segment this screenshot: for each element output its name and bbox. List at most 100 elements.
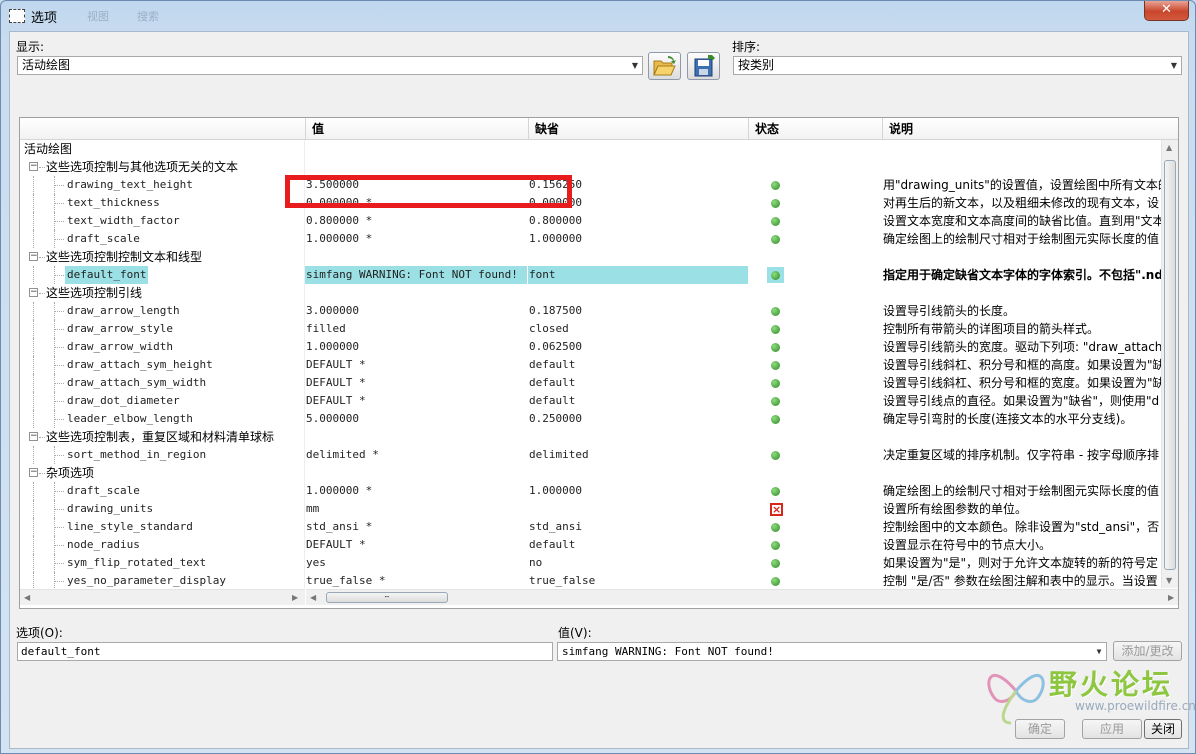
status-cell <box>748 536 878 554</box>
tree-connector <box>33 518 34 536</box>
option-row[interactable]: default_font simfang WARNING: Font NOT fo… <box>20 266 1162 284</box>
status-ok-icon <box>771 307 780 316</box>
collapse-icon[interactable]: − <box>29 468 38 477</box>
option-row[interactable]: text_thickness 0.000000 * 0.000000 对再生后的新文本… <box>20 194 1162 212</box>
sort-label: 排序: <box>732 40 761 54</box>
value-cell: DEFAULT * <box>306 538 366 551</box>
option-row[interactable]: drawing_units mm × 设置所有绘图参数的单位。 <box>20 500 1162 518</box>
group-row[interactable]: − 杂项选项 <box>20 464 1162 482</box>
header-value[interactable]: 值 <box>305 118 528 140</box>
option-input[interactable]: default_font <box>17 642 553 661</box>
tree-connector <box>55 347 64 348</box>
menu-search[interactable]: 搜索 <box>137 8 159 24</box>
status-cell <box>748 392 878 410</box>
horizontal-scroll-thumb[interactable]: ┅ <box>326 592 448 603</box>
scroll-left-icon[interactable]: ◀ <box>24 593 30 602</box>
header-name[interactable] <box>20 118 305 140</box>
group-label: 这些选项控制表，重复区域和材料清单球标 <box>46 430 275 444</box>
tree-connector <box>33 446 34 464</box>
option-row[interactable]: draw_attach_sym_height DEFAULT * default 设置… <box>20 356 1162 374</box>
collapse-icon[interactable]: − <box>29 162 38 171</box>
option-name: line_style_standard <box>67 520 193 533</box>
save-config-button[interactable] <box>687 52 720 80</box>
option-row[interactable]: drawing_text_height 3.500000 0.156250 用"dra… <box>20 176 1162 194</box>
collapse-icon[interactable]: − <box>29 288 38 297</box>
option-row[interactable]: sort_method_in_region delimited * delimite… <box>20 446 1162 464</box>
collapse-icon[interactable]: − <box>29 252 38 261</box>
header-description[interactable]: 说明 <box>882 118 1178 140</box>
option-name: leader_elbow_length <box>67 412 193 425</box>
status-ok-icon <box>771 343 780 352</box>
option-name: draw_attach_sym_width <box>67 376 207 389</box>
sort-dropdown[interactable]: 按类别 ▼ <box>733 56 1182 75</box>
group-row[interactable]: − 这些选项控制控制文本和线型 <box>20 248 1162 266</box>
group-row[interactable]: − 这些选项控制表，重复区域和材料清单球标 <box>20 428 1162 446</box>
chevron-down-icon: ▼ <box>631 61 639 70</box>
vertical-scrollbar[interactable]: ▲ ▼ <box>1161 140 1178 588</box>
scroll-right-icon[interactable]: ▶ <box>1168 593 1174 602</box>
display-dropdown[interactable]: 活动绘图 ▼ <box>17 56 643 75</box>
option-row[interactable]: draw_arrow_width 1.000000 0.062500 设置导引线箭头的… <box>20 338 1162 356</box>
option-row[interactable]: text_width_factor 0.800000 * 0.800000 设置文本宽… <box>20 212 1162 230</box>
description-cell: 设置显示在符号中的节点大小。 <box>883 538 1052 552</box>
status-ok-icon <box>771 523 780 532</box>
option-name: sort_method_in_region <box>67 448 207 461</box>
option-row[interactable]: draft_scale 1.000000 * 1.000000 确定绘图上的绘制尺寸相… <box>20 482 1162 500</box>
close-window-button[interactable]: ✕ <box>1144 1 1189 21</box>
name-column-hscrollbar[interactable]: ◀ ▶ <box>20 589 305 605</box>
value-cell: filled <box>306 322 346 335</box>
description-cell: 设置导引线斜杠、积分号和框的宽度。如果设置为"缺 <box>883 376 1162 390</box>
header-status[interactable]: 状态 <box>748 118 882 140</box>
folder-open-icon <box>653 56 676 76</box>
tree-connector <box>33 338 34 356</box>
group-row[interactable]: − 这些选项控制与其他选项无关的文本 <box>20 158 1162 176</box>
value-cell: true_false * <box>306 574 386 587</box>
option-row[interactable]: draw_arrow_length 3.000000 0.187500 设置导引线箭头… <box>20 302 1162 320</box>
option-row[interactable]: draw_attach_sym_width DEFAULT * default 设置导… <box>20 374 1162 392</box>
option-row[interactable]: leader_elbow_length 5.000000 0.250000 确定导引弯… <box>20 410 1162 428</box>
tree-connector <box>55 203 64 204</box>
scroll-right-icon[interactable]: ▶ <box>292 593 298 602</box>
default-cell: closed <box>529 322 569 335</box>
value-input[interactable]: simfang WARNING: Font NOT found! <box>562 645 774 658</box>
values-hscrollbar[interactable]: ◀ ┅ ▶ <box>306 589 1178 605</box>
menu-view[interactable]: 视图 <box>87 8 109 24</box>
group-row[interactable]: − 这些选项控制引线 <box>20 284 1162 302</box>
collapse-icon[interactable]: − <box>29 432 38 441</box>
root-row[interactable]: 活动绘图 <box>20 140 1162 158</box>
watermark-logo: 野火论坛 www.proewildfire.cn <box>981 651 1196 731</box>
open-config-button[interactable] <box>648 52 681 80</box>
option-row[interactable]: node_radius DEFAULT * default 设置显示在符号中的节点大小… <box>20 536 1162 554</box>
status-ok-icon <box>771 217 780 226</box>
status-cell <box>748 266 878 284</box>
option-row[interactable]: draft_scale 1.000000 * 1.000000 确定绘图上的绘制尺寸相… <box>20 230 1162 248</box>
tree-connector <box>39 257 45 258</box>
status-ok-icon <box>771 199 780 208</box>
option-name: text_thickness <box>67 196 160 209</box>
option-name: default_font <box>65 266 149 284</box>
option-row[interactable]: sym_flip_rotated_text yes no 如果设置为"是"，则对于允许… <box>20 554 1162 572</box>
status-ok-icon <box>771 487 780 496</box>
value-cell: 0.800000 * <box>306 214 373 227</box>
vertical-scroll-thumb[interactable] <box>1164 160 1176 570</box>
value-cell: DEFAULT * <box>306 394 366 407</box>
scroll-down-icon[interactable]: ▼ <box>1166 576 1172 585</box>
description-cell: 确定导引弯肘的长度(连接文本的水平分支线)。 <box>883 412 1133 426</box>
description-cell: 设置导引线斜杠、积分号和框的高度。如果设置为"缺 <box>883 358 1162 372</box>
tree-connector <box>55 221 64 222</box>
option-row[interactable]: yes_no_parameter_display true_false * true… <box>20 572 1162 590</box>
header-default[interactable]: 缺省 <box>528 118 748 140</box>
option-row[interactable]: draw_dot_diameter DEFAULT * default 设置导引线点的… <box>20 392 1162 410</box>
default-cell: default <box>529 394 576 407</box>
option-row[interactable]: line_style_standard std_ansi * std_ansi 控制绘… <box>20 518 1162 536</box>
default-cell: std_ansi <box>529 520 582 533</box>
scroll-left-icon[interactable]: ◀ <box>310 593 316 602</box>
name-cell: node_radius <box>20 536 303 554</box>
description-cell: 确定绘图上的绘制尺寸相对于绘制图元实际长度的值 <box>883 484 1160 498</box>
tree-connector <box>33 212 34 230</box>
scroll-up-icon[interactable]: ▲ <box>1166 143 1172 152</box>
value-cell: 5.000000 <box>306 412 359 425</box>
option-row[interactable]: draw_arrow_style filled closed 控制所有带箭头的详图项目… <box>20 320 1162 338</box>
status-cell <box>748 320 878 338</box>
name-cell: yes_no_parameter_display <box>20 572 303 590</box>
